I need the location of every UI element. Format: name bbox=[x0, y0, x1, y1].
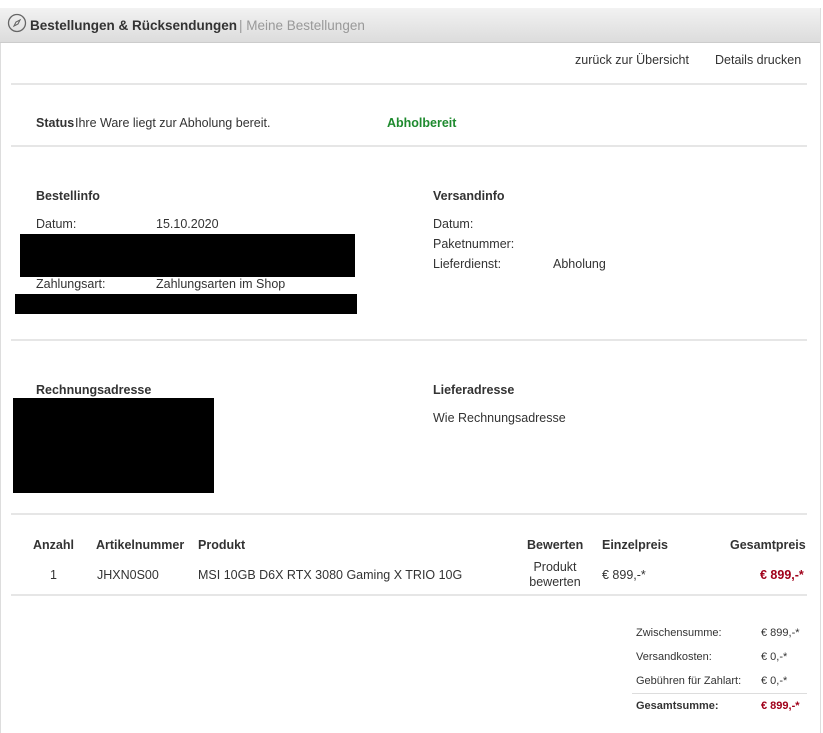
tracking-label: Paketnummer: bbox=[433, 237, 515, 251]
divider bbox=[11, 594, 807, 596]
payment-label: Zahlungsart: bbox=[36, 277, 106, 291]
divider bbox=[632, 693, 807, 694]
redacted-block bbox=[13, 398, 214, 493]
compass-icon bbox=[7, 13, 27, 33]
shipping-cost-label: Versandkosten: bbox=[636, 651, 712, 663]
carrier-label: Lieferdienst: bbox=[433, 257, 502, 271]
bestellinfo-title: Bestellinfo bbox=[36, 189, 100, 203]
fee-label: Gebühren für Zahlart: bbox=[636, 675, 742, 687]
article-number: JHXN0S00 bbox=[97, 568, 159, 582]
order-date: 15.10.2020 bbox=[156, 217, 219, 231]
col-header: Artikelnummer bbox=[96, 538, 185, 552]
back-to-overview-link[interactable]: zurück zur Übersicht bbox=[575, 53, 689, 67]
grand-total-label: Gesamtsumme: bbox=[636, 700, 719, 712]
col-header: Gesamtpreis bbox=[730, 538, 806, 552]
print-details-link[interactable]: Details drucken bbox=[715, 53, 801, 67]
status-badge: Abholbereit bbox=[387, 116, 457, 130]
shipping-cost: € 0,-* bbox=[761, 651, 788, 663]
rate-product-link[interactable]: Produkt bewerten bbox=[524, 560, 586, 590]
versandinfo-title: Versandinfo bbox=[433, 189, 505, 203]
shipping-date-label: Datum: bbox=[433, 217, 474, 231]
subtotal-label: Zwischensumme: bbox=[636, 627, 722, 639]
subtotal: € 899,-* bbox=[761, 627, 800, 639]
order-date-label: Datum: bbox=[36, 217, 77, 231]
payment-method: Zahlungsarten im Shop bbox=[156, 277, 286, 291]
page-title: Bestellungen & Rücksendungen bbox=[30, 18, 238, 33]
divider bbox=[11, 83, 807, 85]
quantity: 1 bbox=[50, 568, 57, 582]
shipping-address: Wie Rechnungsadresse bbox=[433, 411, 566, 425]
divider bbox=[11, 145, 807, 147]
breadcrumb[interactable]: | Meine Bestellungen bbox=[239, 18, 365, 33]
billing-address-title: Rechnungsadresse bbox=[36, 383, 152, 397]
col-header: Produkt bbox=[198, 538, 246, 552]
fee: € 0,-* bbox=[761, 675, 788, 687]
col-header: Einzelpreis bbox=[602, 538, 668, 552]
product-name[interactable]: MSI 10GB D6X RTX 3080 Gaming X TRIO 10G bbox=[198, 568, 462, 582]
status-label: Status bbox=[36, 116, 75, 130]
redacted-block bbox=[20, 234, 355, 277]
grand-total: € 899,-* bbox=[761, 700, 800, 712]
col-header: Anzahl bbox=[33, 538, 74, 552]
divider bbox=[11, 513, 807, 515]
status-text: Ihre Ware liegt zur Abholung bereit. bbox=[75, 116, 271, 130]
col-header: Bewerten bbox=[527, 538, 584, 552]
unit-price: € 899,-* bbox=[602, 568, 646, 582]
redacted-block bbox=[15, 294, 357, 314]
shipping-address-title: Lieferadresse bbox=[433, 383, 515, 397]
total-price: € 899,-* bbox=[760, 568, 804, 582]
carrier: Abholung bbox=[553, 257, 606, 271]
divider bbox=[11, 339, 807, 341]
